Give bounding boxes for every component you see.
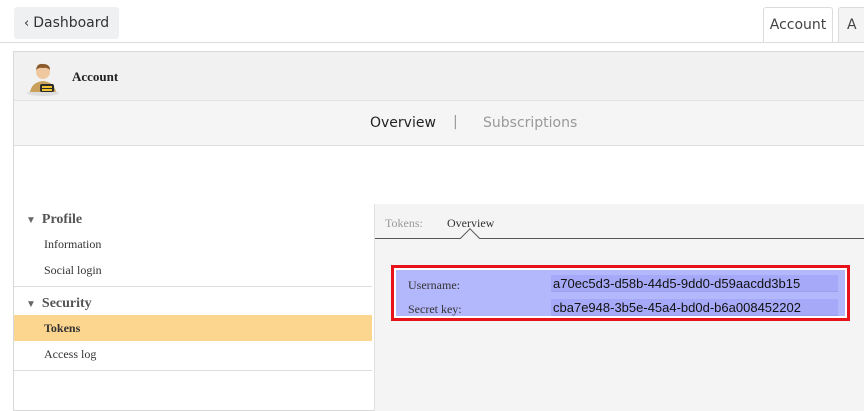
avatar-icon: [27, 63, 59, 96]
active-tab-caret: [460, 228, 480, 248]
username-value[interactable]: a70ec5d3-d58b-44d5-9dd0-d59aacdd3b15: [551, 275, 838, 292]
subnav-subscriptions[interactable]: Subscriptions: [483, 115, 577, 131]
sidebar: ▼ Profile Information Social login ▼ Sec…: [14, 209, 372, 377]
section-title: Profile: [41, 212, 83, 227]
tokens-detail-panel: Tokens: Overview Username: a70ec5d3-d58b…: [374, 204, 864, 411]
account-header: Account: [14, 52, 864, 101]
sidebar-item-access-log[interactable]: Access log: [14, 341, 372, 367]
tab-account[interactable]: Account: [763, 7, 833, 42]
account-panel: Account Overview | Subscriptions ▼ Profi…: [13, 51, 864, 411]
sidebar-item-information[interactable]: Information: [14, 231, 372, 257]
sidebar-divider: [14, 370, 372, 371]
triangle-down-icon: ▼: [26, 298, 36, 310]
sidebar-item-social-login[interactable]: Social login: [14, 257, 372, 283]
sidebar-section-security[interactable]: ▼ Security: [14, 293, 372, 315]
back-to-dashboard-button[interactable]: ‹ Dashboard: [14, 7, 120, 39]
account-title: Account: [72, 69, 119, 84]
subnav-separator: |: [453, 114, 458, 130]
account-subnav: Overview | Subscriptions: [14, 101, 864, 146]
secret-key-label: Secret key:: [408, 302, 462, 316]
subnav-overview[interactable]: Overview: [370, 115, 436, 131]
tab-next-partial[interactable]: A: [838, 7, 864, 42]
triangle-down-icon: ▼: [26, 214, 36, 226]
username-label: Username:: [408, 278, 460, 292]
tokens-tab-label: Tokens:: [385, 216, 423, 230]
selection-highlight: Username: a70ec5d3-d58b-44d5-9dd0-d59aac…: [396, 270, 845, 316]
topbar-divider: [0, 42, 864, 43]
back-button-label: Dashboard: [33, 15, 110, 31]
chevron-left-icon: ‹: [24, 15, 30, 31]
secret-key-value[interactable]: cba7e948-3b5e-45a4-bd0d-b6a008452202: [551, 299, 838, 316]
section-title: Security: [41, 296, 92, 311]
sidebar-section-profile[interactable]: ▼ Profile: [14, 209, 372, 231]
tokens-tabs: Tokens: Overview: [375, 204, 864, 248]
token-credentials-box: Username: a70ec5d3-d58b-44d5-9dd0-d59aac…: [391, 265, 850, 321]
sidebar-item-tokens[interactable]: Tokens: [14, 315, 372, 341]
top-bar: ‹ Dashboard Account A: [0, 0, 864, 44]
sidebar-divider: [14, 286, 372, 287]
